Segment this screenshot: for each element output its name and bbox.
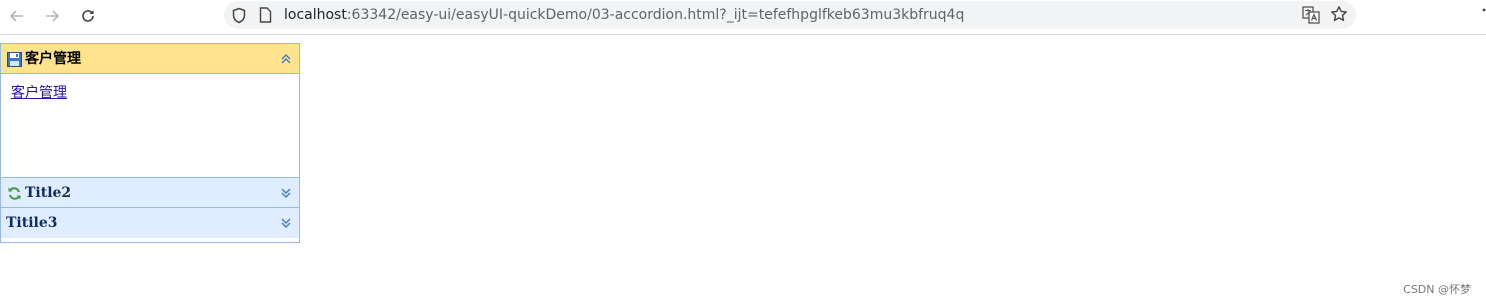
- accordion-header-title2[interactable]: Title2: [1, 178, 299, 208]
- reload-icon: [8, 187, 21, 200]
- accordion-title: 客户管理: [25, 51, 81, 67]
- translate-icon[interactable]: [1302, 6, 1320, 24]
- accordion-body: 客户管理: [1, 74, 299, 178]
- url-text[interactable]: localhost:63342/easy-ui/easyUI-quickDemo…: [284, 6, 964, 24]
- address-bar[interactable]: localhost:63342/easy-ui/easyUI-quickDemo…: [224, 1, 1356, 29]
- shield-icon[interactable]: [231, 7, 247, 24]
- watermark: CSDN @怀梦: [1403, 283, 1471, 296]
- expand-icon[interactable]: [279, 186, 293, 200]
- expand-icon[interactable]: [279, 216, 293, 230]
- reload-button[interactable]: [74, 3, 102, 29]
- url-path: :63342/easy-ui/easyUI-quickDemo/03-accor…: [346, 7, 965, 23]
- back-arrow-icon: [9, 10, 23, 22]
- url-host: localhost: [284, 7, 347, 23]
- accordion-header-titile3[interactable]: Titile3: [1, 208, 299, 238]
- save-icon: [7, 52, 22, 67]
- accordion-header-customer-management[interactable]: 客户管理: [1, 44, 299, 74]
- bookmark-star-icon[interactable]: [1330, 5, 1348, 23]
- customer-management-link[interactable]: 客户管理: [11, 85, 67, 101]
- forward-button[interactable]: [38, 3, 66, 29]
- back-button[interactable]: [3, 3, 31, 29]
- accordion-title: Titile3: [6, 215, 58, 231]
- collapse-icon[interactable]: [279, 52, 293, 66]
- accordion-title: Title2: [25, 185, 72, 201]
- page-icon: [259, 7, 272, 23]
- reload-icon: [82, 10, 94, 22]
- forward-arrow-icon: [46, 10, 60, 22]
- accordion: 客户管理 客户管理 Title2 Titile3: [0, 43, 300, 243]
- browser-toolbar: localhost:63342/easy-ui/easyUI-quickDemo…: [0, 0, 1486, 35]
- menu-icon[interactable]: [1478, 8, 1486, 22]
